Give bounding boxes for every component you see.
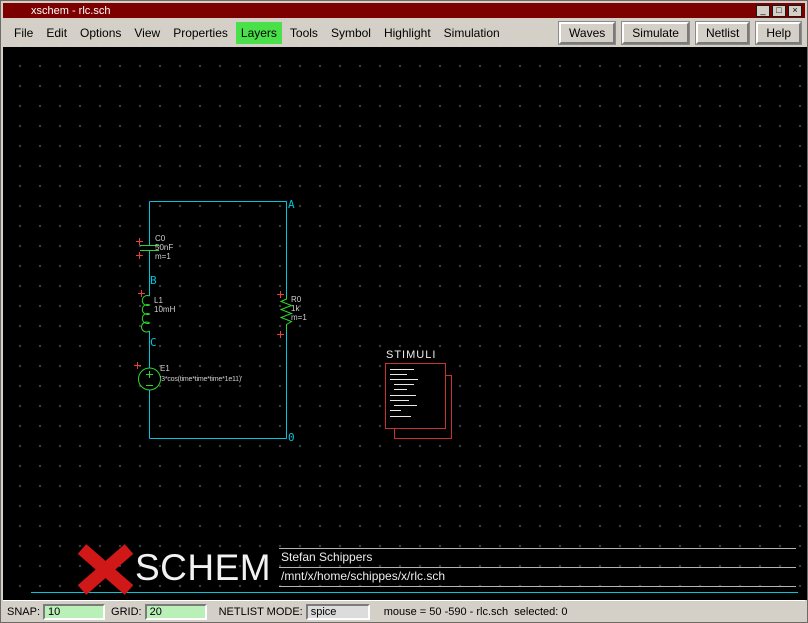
net-label-gnd[interactable]: 0 [288, 431, 295, 444]
file-path-text[interactable]: /mnt/x/home/schippes/x/rlc.sch [281, 569, 445, 583]
resistor-symbol[interactable] [281, 296, 292, 331]
help-button[interactable]: Help [756, 22, 801, 44]
resistor-value: 1k [291, 304, 307, 313]
menu-layers[interactable]: Layers [236, 22, 282, 44]
xschem-logo-text: SCHEM [135, 548, 271, 588]
resistor-label[interactable]: R0 1k m=1 [291, 295, 307, 322]
titlebar[interactable]: xschem - rlc.sch _ □ × [3, 3, 805, 18]
snap-input[interactable] [43, 604, 105, 620]
status-bar: SNAP: GRID: NETLIST MODE: mouse = 50 -59… [3, 600, 805, 622]
maximize-icon[interactable]: □ [772, 5, 786, 17]
resistor-ref: R0 [291, 295, 307, 304]
simulate-button[interactable]: Simulate [622, 22, 689, 44]
xschem-logo-x-icon [82, 549, 129, 590]
menu-edit[interactable]: Edit [41, 22, 72, 44]
author-text[interactable]: Stefan Schippers [281, 550, 372, 564]
source-value[interactable]: '3*cos(time*time*time*1e11)' [160, 375, 242, 384]
xschem-window: xschem - rlc.sch _ □ × File Edit Options… [0, 0, 808, 623]
netlist-mode-input[interactable] [306, 604, 370, 620]
stimuli-icon[interactable] [386, 364, 452, 439]
schematic-graphics [3, 47, 807, 600]
window-title: xschem - rlc.sch [3, 5, 110, 17]
inductor-label[interactable]: L1 10mH [154, 296, 175, 314]
netlist-button[interactable]: Netlist [696, 22, 749, 44]
minimize-icon[interactable]: _ [756, 5, 770, 17]
source-label[interactable]: E1 [160, 364, 170, 373]
menu-symbol[interactable]: Symbol [326, 22, 376, 44]
net-label-c[interactable]: C [150, 336, 157, 349]
inductor-value: 10mH [154, 305, 175, 314]
grid-label: GRID: [111, 606, 142, 618]
inductor-ref: L1 [154, 296, 175, 305]
waves-button[interactable]: Waves [559, 22, 615, 44]
mouse-status-text: mouse = 50 -590 - rlc.sch selected: 0 [384, 606, 568, 618]
menu-options[interactable]: Options [75, 22, 126, 44]
capacitor-value: 50nF [155, 243, 173, 252]
window-controls: _ □ × [756, 5, 805, 17]
grid-input[interactable] [145, 604, 207, 620]
menu-tools[interactable]: Tools [285, 22, 323, 44]
menu-simulation[interactable]: Simulation [439, 22, 505, 44]
menu-file[interactable]: File [9, 22, 38, 44]
capacitor-ref: C0 [155, 234, 173, 243]
capacitor-label[interactable]: C0 50nF m=1 [155, 234, 173, 261]
source-ref: E1 [160, 364, 170, 373]
menu-highlight[interactable]: Highlight [379, 22, 436, 44]
stimuli-caption[interactable]: STIMULI [386, 349, 436, 361]
netlist-mode-label: NETLIST MODE: [219, 606, 303, 618]
schematic-canvas[interactable]: A B C 0 C0 50nF m=1 L1 10mH E1 '3*cos(ti… [3, 47, 807, 600]
menu-bar: File Edit Options View Properties Layers… [3, 18, 805, 47]
source-symbol[interactable] [139, 368, 161, 390]
inductor-symbol[interactable] [142, 296, 150, 333]
close-icon[interactable]: × [788, 5, 802, 17]
net-label-a[interactable]: A [288, 198, 295, 211]
capacitor-mult: m=1 [155, 252, 173, 261]
menu-properties[interactable]: Properties [168, 22, 233, 44]
net-label-b[interactable]: B [150, 274, 157, 287]
resistor-mult: m=1 [291, 313, 307, 322]
menu-view[interactable]: View [129, 22, 165, 44]
snap-label: SNAP: [7, 606, 40, 618]
